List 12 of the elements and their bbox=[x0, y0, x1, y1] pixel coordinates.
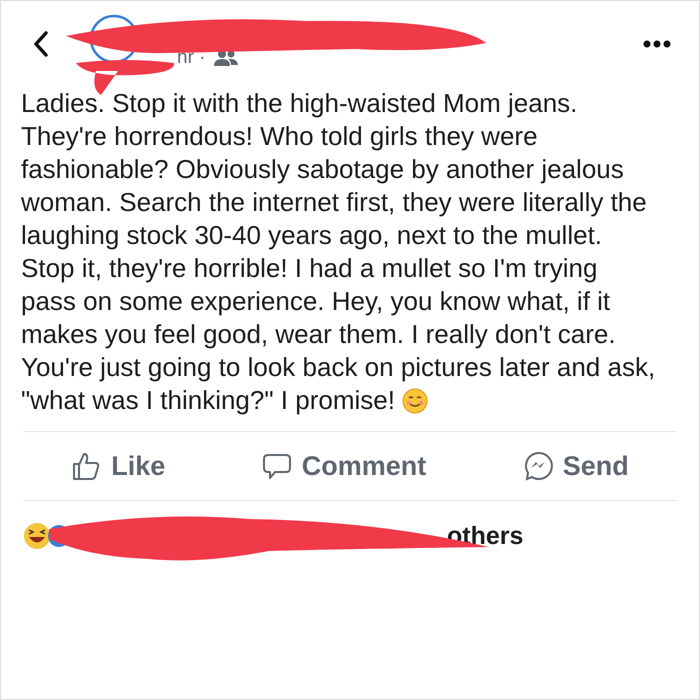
like-button[interactable]: Like bbox=[63, 446, 174, 486]
friends-icon bbox=[214, 49, 238, 67]
smiley-icon bbox=[402, 388, 428, 414]
laughing-emoji-icon bbox=[23, 522, 51, 550]
comment-button[interactable]: Comment bbox=[254, 446, 434, 486]
thumbs-up-icon bbox=[71, 451, 102, 481]
more-icon[interactable] bbox=[643, 40, 671, 48]
post-text: Ladies. Stop it with the high-waisted Mom jeans. They're horrendous! Who told girls they were fashionable? Obviously sabotage by another jealous woman. Search the internet first, they were literally the laughing stock 30-40 years ago, next to the mullet. Stop it, they're horrible! I had a mullet so I'm trying pass on some experience. Hey, you know what, if it makes you feel good, wear them. I really don't care. You're just going to look back on pictures later and ask, "what was I thinking?" I promise! bbox=[21, 87, 656, 417]
back-icon[interactable] bbox=[33, 31, 49, 57]
messenger-icon bbox=[522, 451, 553, 481]
speech-bubble-icon bbox=[262, 451, 292, 481]
send-button[interactable]: Send bbox=[514, 446, 637, 486]
